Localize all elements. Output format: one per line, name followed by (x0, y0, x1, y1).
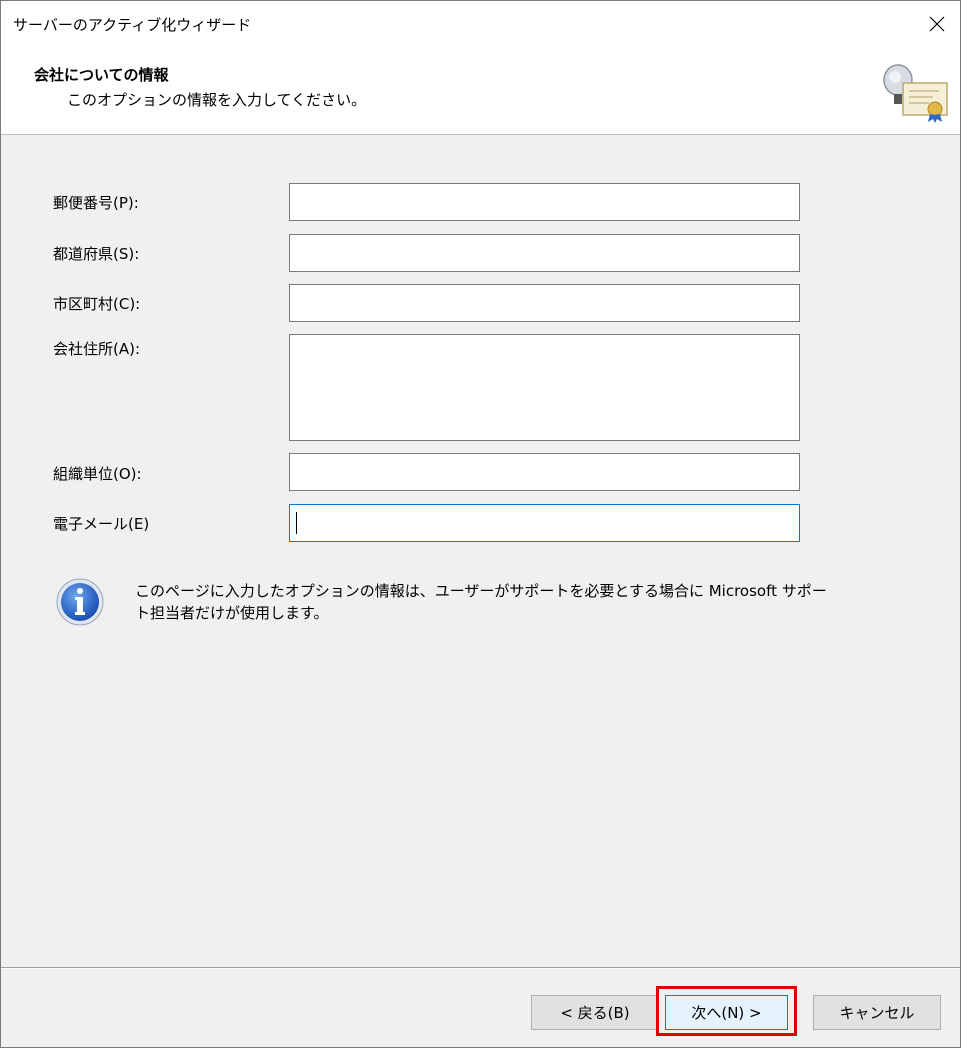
window-title: サーバーのアクティブ化ウィザード (13, 16, 252, 34)
text-caret (296, 512, 297, 534)
wizard-window: サーバーのアクティブ化ウィザード 会社についての情報 このオプションの情報を入力… (0, 0, 961, 1048)
close-icon (929, 16, 945, 32)
email-input[interactable] (289, 504, 800, 542)
cancel-button[interactable]: キャンセル (813, 995, 941, 1030)
postal-code-input[interactable] (289, 183, 800, 221)
page-subtitle: このオプションの情報を入力してください。 (67, 91, 367, 109)
footer-divider (1, 967, 960, 969)
organizational-unit-input[interactable] (289, 453, 800, 491)
info-message: このページに入力したオプションの情報は、ユーザーがサポートを必要とする場合に M… (135, 582, 827, 622)
city-input[interactable] (289, 284, 800, 322)
email-label: 電子メール(E) (53, 515, 150, 533)
prefecture-label: 都道府県(S): (53, 245, 140, 263)
title-bar: サーバーのアクティブ化ウィザード (1, 1, 960, 47)
info-icon (56, 578, 104, 626)
next-button[interactable]: 次へ(N) > (665, 995, 788, 1030)
prefecture-input[interactable] (289, 234, 800, 272)
page-title: 会社についての情報 (34, 66, 169, 84)
city-label: 市区町村(C): (53, 295, 141, 313)
wizard-header: 会社についての情報 このオプションの情報を入力してください。 (1, 47, 960, 135)
company-address-label: 会社住所(A): (53, 340, 141, 358)
back-button[interactable]: < 戻る(B) (531, 995, 659, 1030)
postal-code-label: 郵便番号(P): (53, 194, 139, 212)
organizational-unit-label: 組織単位(O): (53, 465, 142, 483)
certificate-icon (883, 64, 948, 123)
close-button[interactable] (914, 1, 960, 47)
company-address-textarea[interactable] (289, 334, 800, 441)
